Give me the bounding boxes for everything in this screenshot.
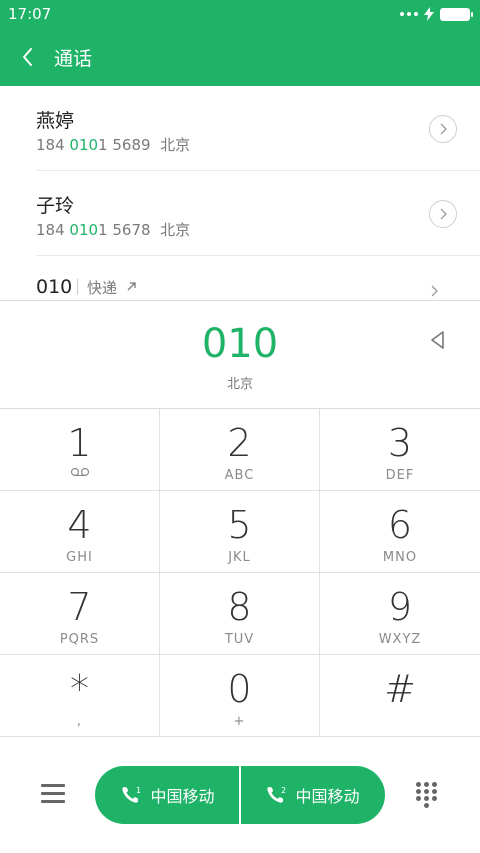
charging-bolt-icon (424, 7, 434, 21)
number-match: 010 (69, 221, 99, 239)
key-3[interactable]: 3 DEF (320, 409, 480, 491)
number-prefix: 184 (36, 136, 70, 154)
status-icons (400, 7, 473, 21)
title-bar: 通话 (0, 28, 480, 86)
key-9[interactable]: 9 WXYZ (320, 573, 480, 655)
voicemail-icon (70, 467, 89, 477)
contact-detail: 184 0101 5689 北京 (36, 134, 190, 155)
hamburger-icon (41, 784, 65, 803)
key-digit: 8 (227, 585, 252, 629)
back-button[interactable] (14, 40, 44, 74)
keyword-text: 010 (36, 276, 73, 298)
key-digit: 1 (67, 421, 92, 465)
number-location: 北京 (160, 221, 191, 239)
bottom-bar: 1 中国移动 2 中国移动 (0, 738, 480, 853)
contact-name: 燕婷 (36, 110, 75, 132)
key-letters: DEF (385, 468, 415, 483)
dial-display: 010 北京 (0, 300, 480, 408)
details-button[interactable] (429, 200, 457, 228)
menu-button[interactable] (41, 784, 65, 804)
key-letters: ABC (224, 468, 255, 483)
number-prefix: 184 (36, 221, 70, 239)
key-digit: 9 (387, 585, 413, 629)
key-digit: * (70, 667, 89, 711)
key-7[interactable]: 7 PQRS (0, 573, 160, 655)
key-8[interactable]: 8 TUV (160, 573, 320, 655)
dialed-location: 北京 (226, 377, 253, 392)
number-suffix: 1 5689 (98, 136, 151, 154)
key-letters: MNO (382, 550, 418, 565)
keypad-toggle-button[interactable] (416, 782, 438, 810)
signal-dots-icon (400, 12, 418, 16)
dial-keypad: 1 2 ABC 3 DEF 4 GHI 5 JKL 6 MNO 7 PQRS 8… (0, 408, 480, 738)
key-digit: 4 (67, 503, 92, 547)
call-label: 中国移动 (295, 787, 360, 806)
key-0[interactable]: 0 + (160, 655, 320, 737)
key-digit: 2 (227, 421, 252, 465)
key-digit: 7 (67, 585, 92, 629)
category-tag: 快递 (87, 279, 118, 297)
backspace-icon (431, 331, 444, 349)
key-letters: + (233, 714, 246, 729)
key-hash[interactable]: # (320, 655, 480, 737)
key-1[interactable]: 1 (0, 409, 160, 491)
chevron-right-icon (440, 208, 447, 220)
contact-row[interactable]: 燕婷 184 0101 5689 北京 (0, 86, 480, 170)
details-button[interactable] (429, 282, 439, 300)
chevron-right-icon (431, 285, 438, 297)
call-sim2-button[interactable]: 2 中国移动 (240, 766, 385, 824)
key-digit: # (384, 667, 416, 711)
key-star[interactable]: * , (0, 655, 160, 737)
match-list: 燕婷 184 0101 5689 北京 子玲 184 0101 5678 北京 … (0, 86, 480, 300)
call-buttons: 1 中国移动 2 中国移动 (95, 766, 385, 824)
number-suffix: 1 5678 (98, 221, 151, 239)
backspace-button[interactable] (428, 329, 448, 351)
contact-name: 子玲 (36, 195, 75, 217)
key-2[interactable]: 2 ABC (160, 409, 320, 491)
call-label: 中国移动 (150, 787, 215, 806)
sim-number: 2 (281, 786, 286, 795)
key-digit: 3 (387, 421, 413, 465)
key-letters: , (76, 714, 83, 729)
phone-sim2-icon: 2 (267, 786, 287, 803)
chevron-left-icon (23, 48, 32, 66)
chevron-right-icon (440, 123, 447, 135)
key-letters: PQRS (59, 632, 100, 647)
number-match: 010 (69, 136, 99, 154)
number-location: 北京 (160, 136, 191, 154)
status-bar: 17:07 (0, 0, 480, 28)
call-sim1-button[interactable]: 1 中国移动 (95, 766, 240, 824)
key-digit: 0 (227, 667, 252, 711)
page-title: 通话 (54, 48, 93, 70)
contact-detail: 184 0101 5678 北京 (36, 219, 190, 240)
key-4[interactable]: 4 GHI (0, 491, 160, 573)
key-letters: WXYZ (378, 632, 422, 647)
key-6[interactable]: 6 MNO (320, 491, 480, 573)
contact-row[interactable]: 子玲 184 0101 5678 北京 (0, 171, 480, 255)
phone-sim1-icon: 1 (122, 786, 142, 803)
key-letters: TUV (224, 632, 255, 647)
key-digit: 5 (227, 503, 252, 547)
divider (77, 279, 78, 295)
status-time: 17:07 (8, 5, 52, 23)
details-button[interactable] (429, 115, 457, 143)
dialed-number: 010 (201, 321, 279, 367)
battery-icon (440, 7, 473, 21)
arrow-up-right-icon (127, 282, 136, 291)
sim-number: 1 (136, 786, 141, 795)
key-digit: 6 (387, 503, 413, 547)
key-letters: GHI (66, 550, 93, 565)
key-letters: JKL (228, 550, 251, 565)
key-5[interactable]: 5 JKL (160, 491, 320, 573)
divider (36, 255, 480, 256)
